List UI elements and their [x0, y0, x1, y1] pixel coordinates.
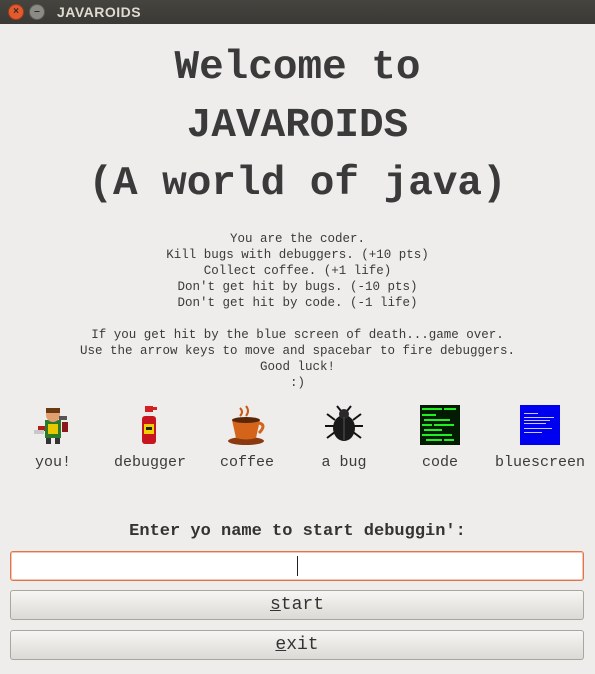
spray-bottle-icon — [129, 404, 171, 446]
instructions: You are the coder. Kill bugs with debugg… — [0, 231, 595, 391]
coffee-cup-icon — [226, 404, 268, 446]
start-label-rest: tart — [280, 595, 325, 615]
text-caret — [297, 556, 298, 576]
start-button[interactable]: s tart — [10, 590, 584, 620]
instruction-line: Good luck! — [259, 360, 335, 374]
instruction-line: :) — [289, 376, 305, 390]
sprite-label: a bug — [321, 454, 367, 471]
start-mnemonic: s — [269, 595, 281, 615]
headline-line-1: Welcome to — [174, 45, 421, 91]
minimize-icon[interactable]: – — [29, 4, 45, 20]
sprite-label: coffee — [219, 454, 274, 471]
instruction-line: You are the coder. — [229, 232, 366, 246]
sprite-debugger: debugger — [105, 404, 195, 471]
instruction-line: Use the arrow keys to move and spacebar … — [79, 344, 516, 358]
bluescreen-icon — [519, 404, 561, 446]
exit-mnemonic: e — [275, 635, 287, 655]
headline-line-3: (A world of java) — [88, 161, 507, 207]
name-prompt: Enter yo name to start debuggin': — [129, 522, 466, 541]
sprite-bluescreen: bluescreen — [490, 404, 590, 471]
instruction-line: Kill bugs with debuggers. (+10 pts) — [166, 248, 429, 262]
coder-character-icon — [32, 404, 74, 446]
exit-label-rest: xit — [286, 635, 319, 655]
sprite-coffee: coffee — [202, 404, 292, 471]
instruction-line: If you get hit by the blue screen of dea… — [91, 328, 504, 342]
sprite-label: debugger — [113, 454, 186, 471]
instruction-line: Don't get hit by code. (-1 life) — [177, 296, 418, 310]
sprite-label: code — [421, 454, 458, 471]
window-title: JAVAROIDS — [57, 4, 142, 20]
instruction-line: Don't get hit by bugs. (-10 pts) — [177, 280, 418, 294]
sprite-you: you! — [8, 404, 98, 471]
sprite-label: you! — [34, 454, 71, 471]
instruction-gap — [0, 311, 595, 327]
sprite-label: bluescreen — [494, 454, 585, 471]
sprite-legend: you! debugger coffee a bug code bluescre… — [0, 404, 595, 474]
exit-button[interactable]: e xit — [10, 630, 584, 660]
sprite-code: code — [395, 404, 485, 471]
beetle-icon — [323, 404, 365, 446]
headline-line-2: JAVAROIDS — [186, 103, 409, 149]
welcome-headline: Welcome to JAVAROIDS (A world of java) — [0, 39, 595, 213]
window-titlebar: × – JAVAROIDS — [0, 0, 595, 24]
code-screen-icon — [419, 404, 461, 446]
instruction-line: Collect coffee. (+1 life) — [203, 264, 392, 278]
sprite-bug: a bug — [299, 404, 389, 471]
close-icon[interactable]: × — [8, 4, 24, 20]
